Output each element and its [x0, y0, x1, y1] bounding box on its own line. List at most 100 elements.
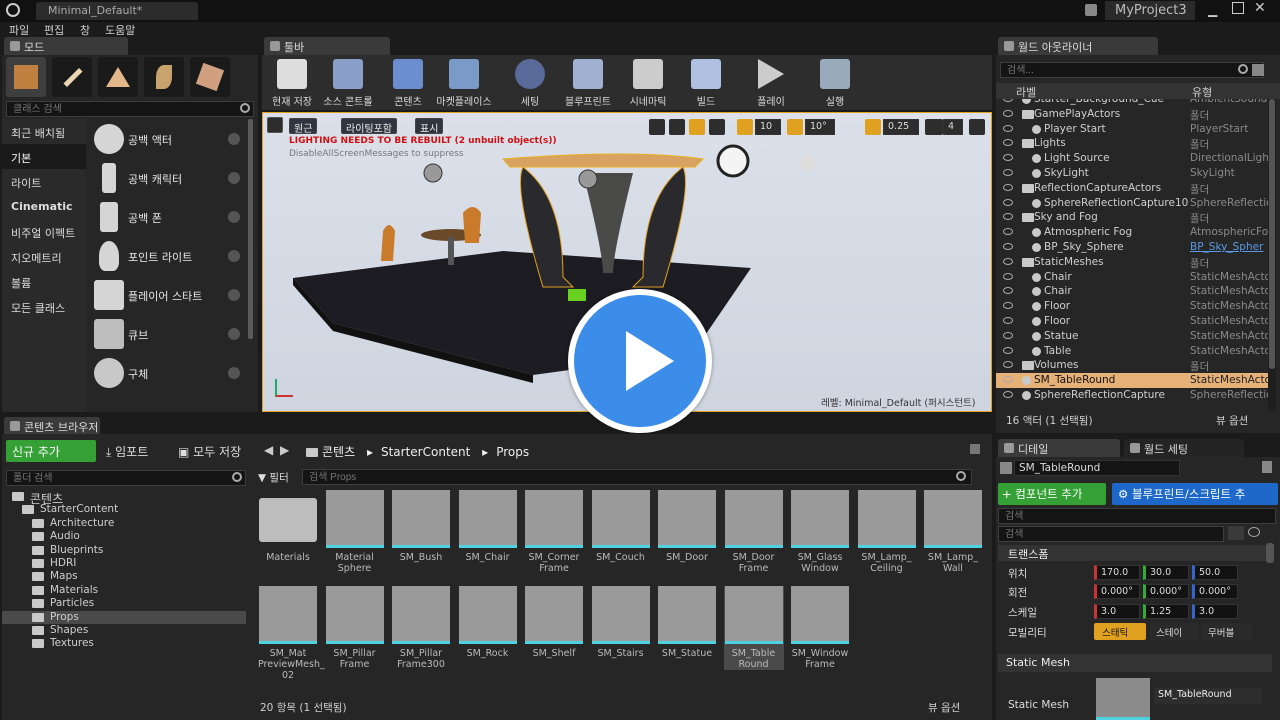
category-geometry[interactable]: 지오메트리	[11, 250, 62, 266]
cinematics-button[interactable]: 시네마틱	[620, 57, 676, 108]
help-icon[interactable]	[228, 172, 240, 184]
scale-y-field[interactable]: 1.25	[1143, 604, 1189, 619]
folder-tree-item[interactable]: Shapes	[2, 624, 246, 637]
rotate-icon[interactable]	[669, 119, 685, 135]
help-icon[interactable]	[228, 367, 240, 379]
settings-icon[interactable]	[1252, 64, 1264, 76]
outliner-row[interactable]: Atmospheric Fog AtmosphericFo	[996, 225, 1268, 240]
maximize-icon[interactable]	[1232, 2, 1244, 14]
asset-tile[interactable]: SM_Bush	[391, 490, 451, 563]
outliner-row[interactable]: StaticMeshes 폴더	[996, 255, 1268, 270]
asset-search-input[interactable]	[302, 469, 972, 485]
menu-edit[interactable]: 편집	[44, 22, 64, 38]
mobility-stationary-button[interactable]: 스테이	[1150, 623, 1198, 640]
rotation-snap-value[interactable]: 10°	[805, 119, 835, 135]
close-icon[interactable]: ✕	[1254, 0, 1266, 16]
folder-tree-item[interactable]: 콘텐츠	[2, 490, 246, 506]
asset-tile[interactable]: SM_Shelf	[524, 586, 584, 659]
details-filter-input[interactable]	[998, 508, 1276, 524]
visibility-eye-icon[interactable]	[1003, 139, 1013, 147]
actor-name-field[interactable]: SM_TableRound	[1014, 460, 1180, 476]
mobility-movable-button[interactable]: 무버블	[1202, 623, 1252, 640]
level-tab[interactable]: Minimal_Default*	[36, 2, 198, 20]
tab-toolbar[interactable]: 툴바	[264, 37, 390, 55]
category-volumes[interactable]: 볼륨	[11, 275, 31, 291]
camera-speed-icon[interactable]	[925, 119, 943, 135]
import-button[interactable]: ⤓ 임포트	[106, 443, 148, 460]
scrollbar-thumb[interactable]	[1269, 99, 1275, 369]
save-button[interactable]: 현재 저장	[262, 57, 322, 108]
history-back-button[interactable]: ◀	[264, 443, 273, 457]
asset-tile[interactable]: SM_Mat PreviewMesh_ 02	[258, 586, 325, 681]
mode-item[interactable]: 공백 폰	[90, 199, 250, 237]
details-search-input[interactable]	[998, 526, 1224, 542]
mode-item[interactable]: 포인트 라이트	[90, 238, 250, 276]
category-recent[interactable]: 최근 배치됨	[11, 125, 65, 141]
asset-tile[interactable]: SM_Lamp_ Ceiling	[857, 490, 917, 574]
blueprint-script-button[interactable]: ⚙ 블루프린트/스크립트 추	[1112, 483, 1278, 505]
location-label[interactable]: 위치	[1008, 566, 1027, 581]
static-mesh-thumbnail[interactable]	[1096, 678, 1150, 720]
visibility-eye-icon[interactable]	[1003, 99, 1013, 102]
folder-tree-item[interactable]: Blueprints	[2, 544, 246, 557]
maximize-viewport-icon[interactable]	[969, 119, 985, 135]
outliner-row[interactable]: SphereReflectionCapture SphereReflectio	[996, 388, 1268, 403]
content-button[interactable]: 콘텐츠	[382, 57, 434, 108]
lighting-mode-button[interactable]: 라이팅포함	[341, 118, 397, 135]
mode-place[interactable]	[6, 57, 46, 97]
translate-icon[interactable]	[649, 119, 665, 135]
outliner-row[interactable]: ReflectionCaptureActors 폴더	[996, 181, 1268, 196]
tab-modes[interactable]: 모드	[4, 37, 128, 55]
asset-tile[interactable]: SM_Statue	[657, 586, 717, 659]
location-z-field[interactable]: 50.0	[1192, 565, 1238, 580]
folder-tree-item[interactable]: Textures	[2, 637, 246, 650]
mode-landscape[interactable]	[98, 57, 138, 97]
mode-item[interactable]: 큐브	[90, 316, 250, 354]
asset-tile[interactable]: SM_Pillar Frame	[325, 586, 385, 670]
location-y-field[interactable]: 30.0	[1143, 565, 1189, 580]
source-control-icon[interactable]	[1085, 4, 1097, 16]
visibility-eye-icon[interactable]	[1003, 183, 1013, 191]
static-mesh-dropdown[interactable]: SM_TableRound	[1154, 688, 1262, 704]
play-button[interactable]: 플레이	[746, 57, 796, 108]
visibility-eye-icon[interactable]	[1003, 361, 1013, 369]
outliner-row[interactable]: SkyLight SkyLight	[996, 166, 1268, 181]
help-icon[interactable]	[228, 289, 240, 301]
asset-tile[interactable]: SM_Corner Frame	[524, 490, 584, 574]
category-lights[interactable]: 라이트	[11, 175, 41, 191]
outliner-row[interactable]: SphereReflectionCapture10 SphereReflectio	[996, 196, 1268, 211]
tab-world-settings[interactable]: 월드 세팅	[1124, 439, 1244, 457]
outliner-row[interactable]: Starter_Background_Cue AmbientSound	[996, 99, 1268, 107]
outliner-row[interactable]: SM_TableRound StaticMeshActo	[996, 373, 1268, 389]
rotation-label[interactable]: 회전	[1008, 585, 1027, 600]
viewport-options-dropdown[interactable]	[267, 117, 283, 133]
menu-window[interactable]: 창	[80, 22, 90, 38]
help-icon[interactable]	[228, 328, 240, 340]
outliner-scrollbar[interactable]	[1268, 99, 1276, 411]
breadcrumb-item[interactable]: StarterContent	[381, 445, 470, 459]
camera-speed-value[interactable]: 4	[943, 119, 963, 135]
folder-tree-item[interactable]: Particles	[2, 597, 246, 610]
scale-label[interactable]: 스케일	[1008, 605, 1037, 620]
static-mesh-section[interactable]: Static Mesh	[998, 654, 1272, 672]
modes-scrollbar[interactable]	[248, 119, 253, 339]
grid-snap-icon[interactable]	[737, 119, 753, 135]
scale-snap-icon[interactable]	[865, 119, 881, 135]
tab-world-outliner[interactable]: 월드 아웃라이너	[998, 37, 1158, 55]
lock-icon[interactable]	[1262, 461, 1272, 473]
visibility-eye-icon[interactable]	[1003, 376, 1013, 384]
visibility-eye-icon[interactable]	[1003, 317, 1013, 324]
mode-paint[interactable]	[52, 57, 92, 97]
asset-tile[interactable]: SM_Rock	[458, 586, 518, 659]
asset-tile[interactable]: SM_Table Round	[723, 586, 784, 670]
asset-tile[interactable]: SM_Door	[657, 490, 717, 563]
visibility-eye-icon[interactable]	[1003, 109, 1013, 117]
mode-geometry[interactable]	[190, 57, 230, 97]
visibility-eye-icon[interactable]	[1003, 272, 1013, 280]
add-new-button[interactable]: 신규 추가	[6, 440, 96, 462]
lock-icon[interactable]	[970, 444, 980, 454]
outliner-row[interactable]: Sky and Fog 폴더	[996, 210, 1268, 225]
help-icon[interactable]	[228, 211, 240, 223]
launch-button[interactable]: 실행	[812, 57, 858, 108]
transform-header[interactable]: 트랜스폼	[998, 545, 1268, 561]
